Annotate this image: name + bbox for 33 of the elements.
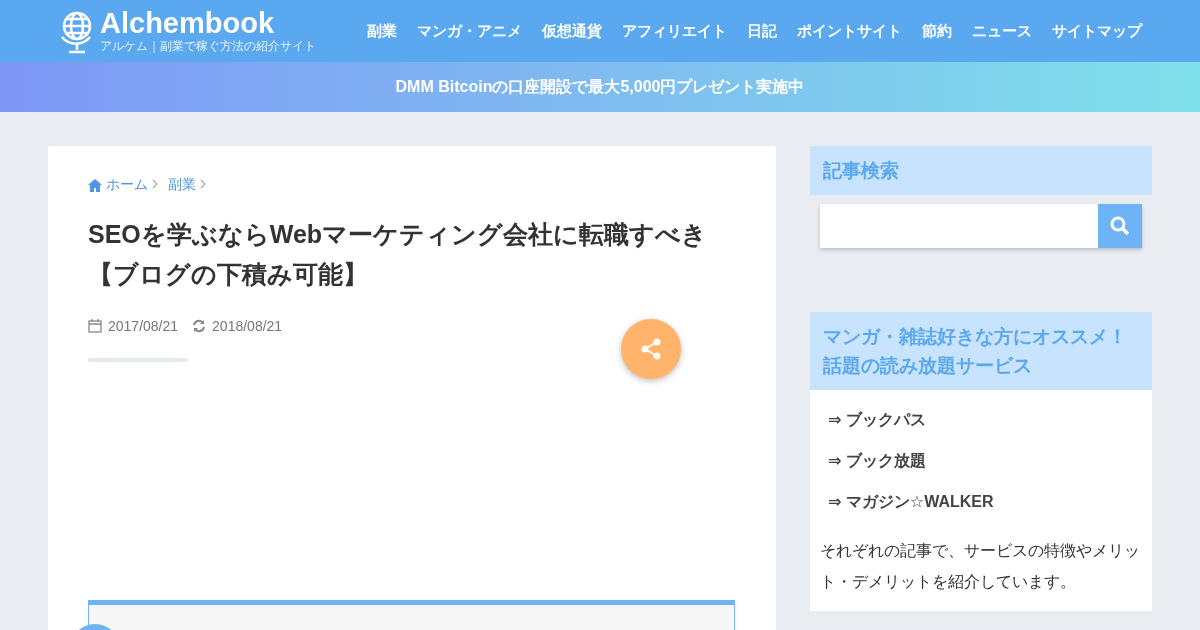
nav-link[interactable]: ニュース bbox=[962, 15, 1042, 47]
article-title: SEOを学ぶならWebマーケティング会社に転職すべき【ブログの下積み可能】 bbox=[88, 219, 709, 290]
widget-title: マンガ・雑誌好きな方にオススメ！話題の読み放題サービス bbox=[810, 312, 1152, 390]
site-logo[interactable]: Alchembook bbox=[100, 7, 316, 38]
nav-link[interactable]: アフィリエイト bbox=[612, 15, 737, 47]
updated-date: 2018/08/21 bbox=[212, 318, 283, 334]
breadcrumb-link[interactable]: 副業 bbox=[168, 176, 196, 194]
chevron-icon bbox=[200, 179, 206, 189]
nav-link[interactable]: サイトマップ bbox=[1042, 15, 1152, 47]
widget-text: それぞれの記事で、サービスの特徴やメリット・デメリットを紹介しています。 bbox=[820, 541, 1141, 592]
breadcrumb-link[interactable]: ホーム bbox=[106, 176, 148, 194]
sidebar-link[interactable]: ⇒ マガジン☆WALKER bbox=[820, 482, 1142, 523]
share-button[interactable] bbox=[621, 319, 681, 379]
chevron-icon bbox=[152, 179, 158, 189]
sidebar-link[interactable]: ⇒ ブック放題 bbox=[820, 441, 1142, 482]
nav-link[interactable]: 日記 bbox=[737, 15, 787, 47]
search-field[interactable] bbox=[820, 204, 1098, 248]
share-icon bbox=[640, 338, 662, 360]
search-icon bbox=[1110, 216, 1130, 236]
promo-banner[interactable]: DMM Bitcoinの口座開設で最大5,000円プレゼント実施中 bbox=[0, 62, 1200, 112]
site-tagline: アルケム｜副業で稼ぐ方法の紹介サイト bbox=[100, 37, 316, 55]
nav-link[interactable]: 節約 bbox=[912, 15, 962, 47]
home-icon bbox=[88, 178, 102, 192]
sidebar-link[interactable]: ⇒ ブックパス bbox=[820, 400, 1142, 441]
published-date: 2017/08/21 bbox=[108, 318, 179, 334]
nav-link[interactable]: マンガ・アニメ bbox=[407, 15, 532, 47]
nav-link[interactable]: ポイントサイト bbox=[787, 15, 912, 47]
nav-link[interactable]: 仮想通貨 bbox=[532, 15, 612, 47]
refresh-icon bbox=[192, 319, 207, 333]
calendar-icon bbox=[88, 319, 102, 333]
widget-title: 記事検索 bbox=[810, 146, 1152, 195]
search-button[interactable] bbox=[1098, 204, 1142, 248]
nav-link[interactable]: 副業 bbox=[357, 15, 407, 47]
